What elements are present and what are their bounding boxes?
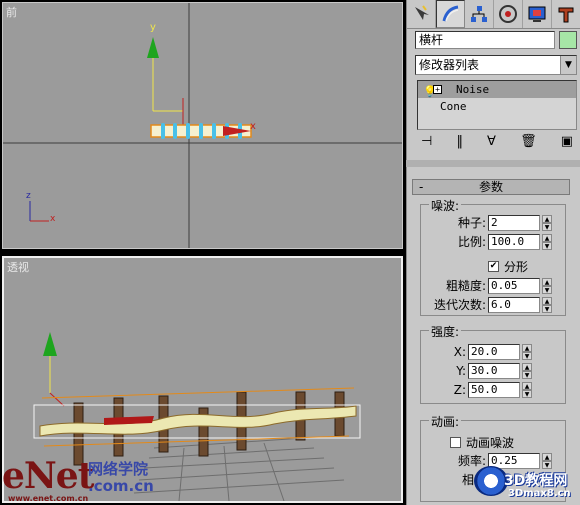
fractal-checkbox[interactable]: ✔ [488,261,499,272]
strength-x-row: X: 20.0 ▲ ▼ [440,344,532,360]
gizmo-x-label: x [250,121,256,132]
frequency-spinner[interactable]: ▲ ▼ [542,452,552,469]
strength-z-row: Z: 50.0 ▲ ▼ [440,382,532,398]
enet-watermark: eNet [2,455,94,497]
modifier-list-dropdown[interactable]: 修改器列表 ▼ [415,55,577,75]
chevron-down-icon[interactable]: ▼ [560,56,576,74]
iterations-spinner[interactable]: ▲ ▼ [542,296,552,313]
stack-item-noise[interactable]: 💡 + Noise [418,81,576,98]
seed-row: 种子: 2 ▲ ▼ [440,214,552,231]
remove-modifier-icon[interactable]: 🗑 [520,134,537,154]
scale-spinner[interactable]: ▲ ▼ [542,233,552,250]
display-icon [528,6,546,22]
stack-item-label: Cone [440,100,467,113]
modifier-stack: 💡 + Noise Cone [417,80,577,130]
strength-y-label: Y: [456,364,466,378]
tab-create[interactable] [407,0,436,28]
modifier-list-label: 修改器列表 [419,58,480,72]
iterations-row: 迭代次数: 6.0 ▲ ▼ [430,296,552,313]
scale-label: 比例: [457,235,486,249]
animate-noise-label: 动画噪波 [466,436,515,450]
tab-modify[interactable] [436,0,465,28]
object-name-field[interactable]: 横杆 [415,31,555,49]
persp-gizmo-y-arrow[interactable] [43,332,57,356]
noise-group-label: 噪波: [429,197,462,214]
hierarchy-icon [471,6,487,22]
object-color-swatch[interactable] [559,31,577,49]
tab-utilities[interactable] [552,0,580,28]
seed-label: 种子: [457,216,486,230]
expand-icon[interactable]: + [433,85,442,94]
site-logo [474,466,508,496]
stack-item-cone[interactable]: Cone [418,98,576,115]
strength-x-label: X: [453,345,466,359]
fractal-row: ✔ 分形 [488,258,528,275]
tab-hierarchy[interactable] [465,0,494,28]
configure-modifier-sets-icon[interactable]: ▣ [561,134,573,154]
strength-z-label: Z: [453,383,466,397]
tripod-x-label: x [50,214,56,224]
fractal-label: 分形 [504,260,529,274]
gizmo-y-label: y [150,22,156,33]
seed-spinner[interactable]: ▲ ▼ [542,214,552,231]
animate-noise-checkbox[interactable] [450,437,461,448]
strength-y-row: Y: 30.0 ▲ ▼ [440,363,532,379]
pin-stack-icon[interactable]: ⊣ [421,134,432,154]
roughness-input[interactable]: 0.05 [488,277,540,294]
front-viewport[interactable]: 前 y x z x [2,2,403,249]
gizmo-y-arrow[interactable] [147,37,159,58]
frequency-label: 频率: [457,454,486,468]
enet-url-watermark: .com.cn [88,477,154,495]
make-unique-icon[interactable]: ∀ [487,134,496,154]
animate-noise-row: 动画噪波 [450,434,514,451]
tab-display[interactable] [523,0,552,28]
site-watermark: 3D教程网 [504,473,568,489]
roughness-label: 粗糙度: [445,279,486,293]
command-panel-tabs [407,0,580,29]
strength-z-spinner[interactable]: ▲ ▼ [522,382,532,398]
strength-z-input[interactable]: 50.0 [468,382,520,398]
roughness-row: 粗糙度: 0.05 ▲ ▼ [440,277,552,294]
show-end-result-icon[interactable]: ‖ [456,134,463,154]
parameters-rollout-header[interactable]: - 参数 [412,179,570,195]
stack-toolbar: ⊣ ‖ ∀ 🗑 ▣ [417,134,577,154]
animation-group-label: 动画: [429,413,462,430]
enet-domain-watermark: www.enet.com.cn [8,494,89,503]
tripod-z-label: z [26,191,31,201]
collapse-icon: - [419,180,424,194]
utilities-icon [558,7,574,23]
stack-item-label: Noise [456,83,490,96]
front-viewport-canvas [3,3,402,248]
iterations-label: 迭代次数: [433,298,486,312]
strength-y-spinner[interactable]: ▲ ▼ [522,363,532,379]
scale-input[interactable]: 100.0 [488,233,540,250]
enet-logo-text: eNet [2,455,94,497]
noisy-crossbar[interactable] [39,405,357,437]
modify-icon [442,5,458,22]
panel-scroll-strip[interactable] [406,160,580,167]
rollout-title: 参数 [478,180,503,194]
iterations-input[interactable]: 6.0 [488,296,540,313]
strength-x-spinner[interactable]: ▲ ▼ [522,344,532,360]
create-icon [415,5,429,20]
seed-input[interactable]: 2 [488,214,540,231]
site-url-watermark: 3Dmax8.cn [508,488,571,499]
roughness-spinner[interactable]: ▲ ▼ [542,277,552,294]
scale-row: 比例: 100.0 ▲ ▼ [440,233,552,250]
tab-motion[interactable] [494,0,523,28]
strength-group-label: 强度: [429,323,462,340]
motion-icon [499,5,517,23]
enet-sub-watermark: 网络学院 [88,460,149,478]
strength-y-input[interactable]: 30.0 [468,363,520,379]
strength-x-input[interactable]: 20.0 [468,344,520,360]
